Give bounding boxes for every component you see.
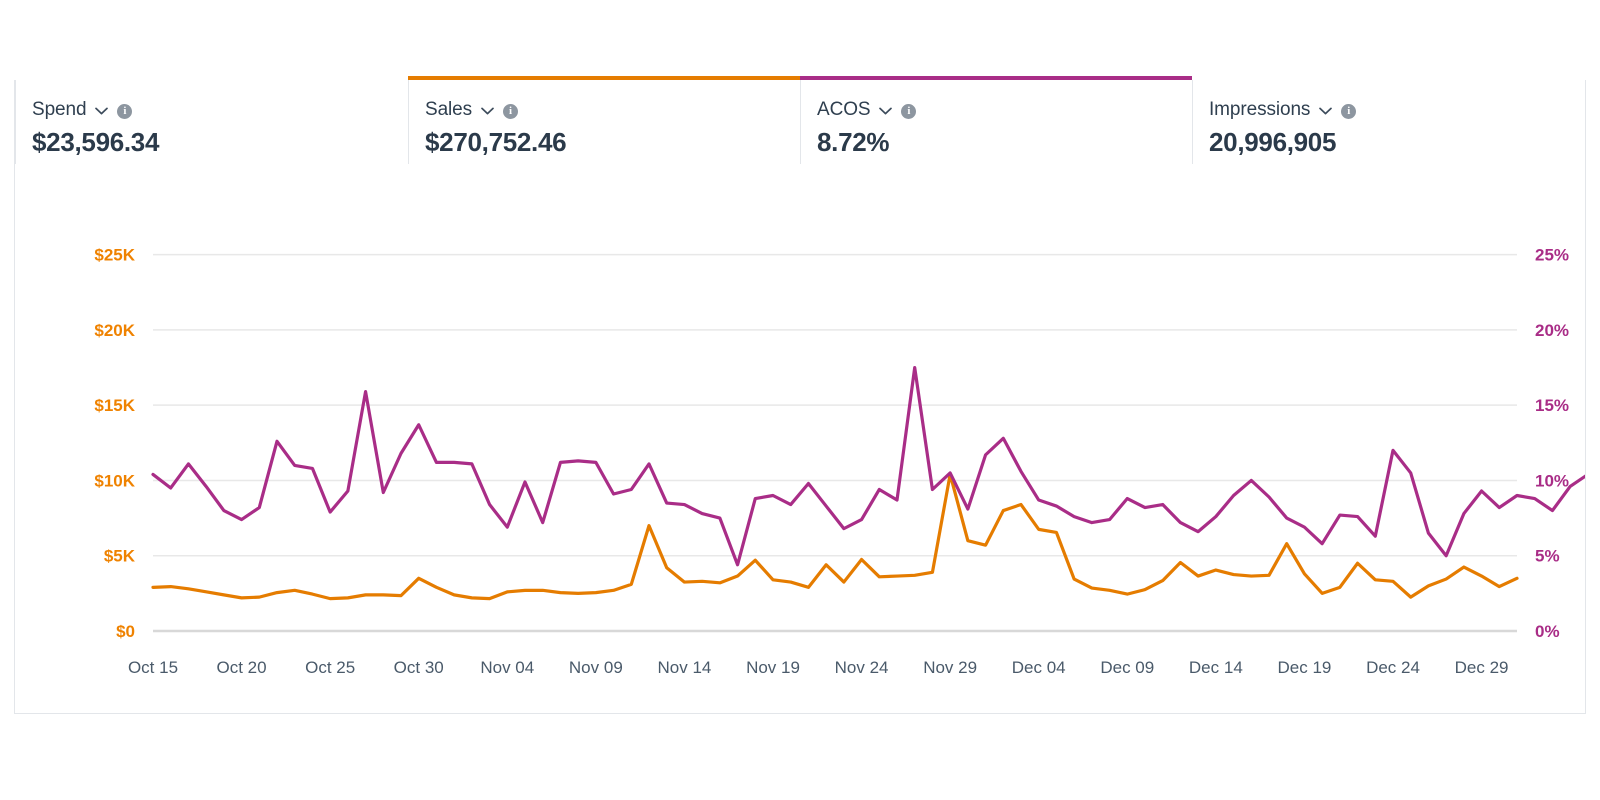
y-axis-right-tick-label: 15%	[1535, 396, 1569, 415]
y-axis-left-tick-label: $20K	[94, 321, 135, 340]
metric-card-header: ACOS i	[817, 100, 1192, 120]
metric-card-acos[interactable]: ACOS i 8.72%	[800, 76, 1192, 164]
y-axis-right-tick-label: 5%	[1535, 547, 1560, 566]
chevron-down-icon[interactable]	[879, 107, 893, 115]
metric-card-value: $270,752.46	[425, 127, 567, 157]
info-icon[interactable]: i	[117, 103, 133, 119]
chart-canvas: $0 0% $5K 5% $10K 10% $15K 15% $20K 20% $25K 25% Oct…	[94, 246, 1585, 677]
x-axis-tick-label: Nov 14	[657, 658, 711, 677]
info-icon[interactable]: i	[503, 103, 519, 119]
dashboard-root: Spend i $23,596.34 Sales i $270,752.46 ACOS i 8.…	[0, 0, 1600, 800]
y-axis-left-tick-label: $25K	[94, 246, 135, 265]
y-axis-left-tick-label: $15K	[94, 396, 135, 415]
y-axis-right-tick-label: 10%	[1535, 471, 1569, 490]
chevron-down-icon[interactable]	[95, 107, 109, 115]
metric-card-accent-bar	[800, 76, 1192, 80]
chevron-down-icon[interactable]	[1319, 107, 1333, 115]
metric-cards-row: Spend i $23,596.34 Sales i $270,752.46 ACOS i 8.…	[15, 76, 1585, 164]
x-axis-tick-label: Nov 19	[746, 658, 800, 677]
y-axis-left-tick-label: $5K	[104, 547, 136, 566]
info-icon[interactable]: i	[901, 103, 917, 119]
y-axis-right-tick-label: 20%	[1535, 321, 1569, 340]
metric-card-impressions[interactable]: Impressions i 20,996,905	[1192, 80, 1585, 164]
x-axis-tick-label: Dec 19	[1277, 658, 1331, 677]
x-axis-tick-label: Dec 24	[1366, 658, 1420, 677]
x-axis-tick-label: Nov 24	[835, 658, 889, 677]
metric-card-label: Spend	[32, 99, 87, 120]
metric-card-value: 20,996,905	[1209, 127, 1337, 157]
metric-card-header: Sales i	[425, 100, 800, 120]
metric-card-value: 8.72%	[817, 127, 890, 157]
metrics-panel: Spend i $23,596.34 Sales i $270,752.46 ACOS i 8.…	[14, 76, 1586, 714]
metric-card-sales[interactable]: Sales i $270,752.46	[408, 76, 800, 164]
x-axis-tick-label: Nov 04	[480, 658, 534, 677]
y-axis-right-tick-label: 0%	[1535, 622, 1560, 641]
trend-chart: $0 0% $5K 5% $10K 10% $15K 15% $20K 20% $25K 25% Oct…	[15, 165, 1585, 713]
x-axis-tick-label: Dec 29	[1455, 658, 1509, 677]
x-axis-tick-label: Oct 20	[217, 658, 267, 677]
y-axis-right-tick-label: 25%	[1535, 246, 1569, 265]
x-axis-tick-label: Oct 25	[305, 658, 355, 677]
metric-card-value: $23,596.34	[32, 127, 160, 157]
x-axis-tick-label: Nov 29	[923, 658, 977, 677]
info-icon[interactable]: i	[1341, 103, 1357, 119]
metric-card-header: Spend i	[32, 100, 408, 120]
metric-card-label: Sales	[425, 99, 473, 120]
y-axis-left-tick-label: $10K	[94, 471, 135, 490]
metric-card-spend[interactable]: Spend i $23,596.34	[15, 80, 408, 164]
x-axis-tick-label: Nov 09	[569, 658, 623, 677]
metric-card-label: ACOS	[817, 99, 871, 120]
x-axis-tick-label: Dec 14	[1189, 658, 1243, 677]
metric-card-accent-bar	[408, 76, 800, 80]
y-axis-left-tick-label: $0	[116, 622, 135, 641]
x-axis-tick-label: Oct 15	[128, 658, 178, 677]
x-axis-tick-label: Dec 04	[1012, 658, 1066, 677]
metric-card-label: Impressions	[1209, 99, 1311, 120]
metric-card-header: Impressions i	[1209, 100, 1585, 120]
x-axis-tick-label: Oct 30	[394, 658, 444, 677]
series-line-acos	[151, 365, 1585, 567]
x-axis-tick-label: Dec 09	[1100, 658, 1154, 677]
chevron-down-icon[interactable]	[481, 107, 494, 115]
